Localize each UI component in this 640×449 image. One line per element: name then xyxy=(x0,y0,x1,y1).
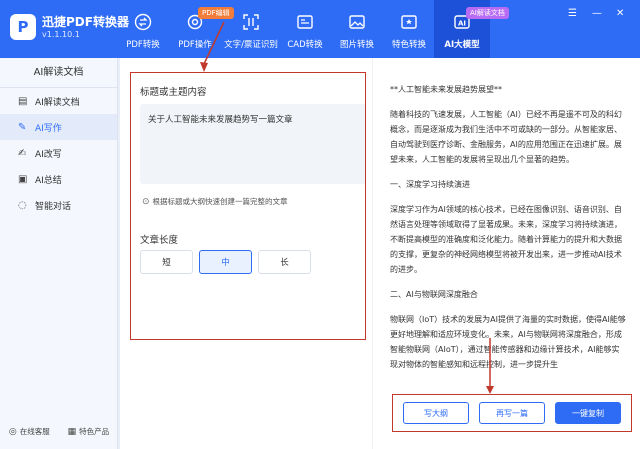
annotation-arrows xyxy=(200,21,494,394)
arrow-to-form xyxy=(203,21,225,65)
arrowhead-form xyxy=(200,62,208,72)
arrowhead-actions xyxy=(486,386,494,394)
